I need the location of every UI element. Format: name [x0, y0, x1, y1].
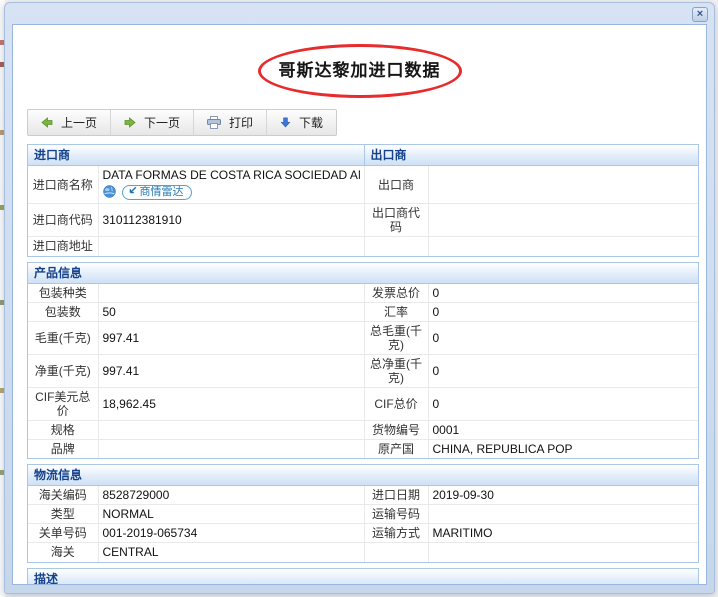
empty-label — [364, 542, 429, 562]
import-date-value: 2019-09-30 — [428, 485, 698, 505]
exchange-rate-value: 0 — [428, 302, 698, 322]
importer-address-value — [98, 236, 365, 256]
total-net-weight-value: 0 — [428, 354, 698, 388]
cif-total-label: CIF总价 — [364, 387, 429, 421]
print-label: 打印 — [229, 116, 254, 130]
importer-code-label: 进口商代码 — [28, 203, 99, 237]
invoice-total-value: 0 — [428, 283, 698, 303]
next-page-label: 下一页 — [144, 116, 181, 130]
customs-value: CENTRAL — [98, 542, 365, 562]
spec-label: 规格 — [28, 420, 99, 440]
importer-code-value: 310112381910 — [98, 203, 365, 237]
package-type-label: 包装种类 — [28, 283, 99, 303]
exporter-code-label: 出口商代码 — [364, 203, 429, 237]
importer-address-label: 进口商地址 — [28, 236, 99, 256]
exporter-name-label: 出口商 — [364, 165, 429, 204]
section-header-product-info: 产品信息 — [28, 262, 698, 284]
cif-total-value: 0 — [428, 387, 698, 421]
dialog-content: 哥斯达黎加进口数据 上一页 下一页 打印 下载 进口商 出口商 进口商名称 DA… — [12, 24, 707, 585]
blue-arrow-down-icon — [280, 117, 291, 128]
printer-icon — [207, 116, 222, 129]
close-button[interactable]: × — [692, 7, 708, 22]
exporter-name-value — [428, 165, 698, 204]
brand-value — [98, 439, 365, 458]
radar-badge-label: 商情雷达 — [139, 185, 184, 198]
section-product-info: 产品信息 包装种类 发票总价 0 包装数 50 汇率 0 毛重(千克) 997.… — [27, 261, 699, 459]
dialog-window: × 哥斯达黎加进口数据 上一页 下一页 打印 下载 进口商 出口商 进口商名称 … — [4, 2, 715, 594]
print-button[interactable]: 打印 — [194, 110, 268, 135]
prev-page-label: 上一页 — [61, 116, 98, 130]
radar-arrow-icon — [128, 186, 137, 199]
total-net-weight-label: 总净重(千克) — [364, 354, 429, 388]
cif-usd-total-value: 18,962.45 — [98, 387, 365, 421]
exchange-rate-label: 汇率 — [364, 302, 429, 322]
importer-name-text: DATA FORMAS DE COSTA RICA SOCIEDAD ANONI — [102, 168, 360, 182]
invoice-total-label: 发票总价 — [364, 283, 429, 303]
empty-value — [428, 542, 698, 562]
section-logistics-info: 物流信息 海关编码 8528729000 进口日期 2019-09-30 类型 … — [27, 464, 699, 563]
declaration-number-label: 关单号码 — [28, 523, 99, 543]
importer-name-label: 进口商名称 — [28, 165, 99, 204]
type-value: NORMAL — [98, 504, 365, 524]
package-type-value — [98, 283, 365, 303]
type-label: 类型 — [28, 504, 99, 524]
page-title: 哥斯达黎加进口数据 — [278, 61, 441, 80]
hs-code-value: 8528729000 — [98, 485, 365, 505]
importer-name-value: DATA FORMAS DE COSTA RICA SOCIEDAD ANONI — [98, 165, 365, 204]
next-page-button[interactable]: 下一页 — [111, 110, 195, 135]
section-importer-exporter: 进口商 出口商 进口商名称 DATA FORMAS DE COSTA RICA … — [27, 144, 699, 257]
section-header-logistics: 物流信息 — [28, 465, 698, 486]
total-gross-weight-label: 总毛重(千克) — [364, 321, 429, 355]
section-header-importer: 进口商 — [28, 145, 365, 166]
section-description: 描述 产品描述 TELEVISOR LED 55 4K SMART NUEVO … — [27, 567, 699, 584]
green-arrow-right-icon — [124, 117, 136, 128]
title-area: 哥斯达黎加进口数据 — [13, 44, 706, 98]
cif-usd-total-label: CIF美元总价 — [28, 387, 99, 421]
net-weight-label: 净重(千克) — [28, 354, 99, 388]
cargo-number-label: 货物编号 — [364, 420, 429, 440]
brand-label: 品牌 — [28, 439, 99, 458]
declaration-number-value: 001-2019-065734 — [98, 523, 365, 543]
exporter-code-value — [428, 203, 698, 237]
download-button[interactable]: 下载 — [267, 110, 336, 135]
empty-value — [428, 236, 698, 256]
total-gross-weight-value: 0 — [428, 321, 698, 355]
net-weight-value: 997.41 — [98, 354, 365, 388]
origin-country-value: CHINA, REPUBLICA POP — [428, 439, 698, 458]
transport-number-value — [428, 504, 698, 524]
globe-icon[interactable] — [102, 184, 116, 201]
import-date-label: 进口日期 — [364, 485, 429, 505]
origin-country-label: 原产国 — [364, 439, 429, 458]
download-label: 下载 — [299, 116, 324, 130]
transport-mode-value: MARITIMO — [428, 523, 698, 543]
package-count-value: 50 — [98, 302, 365, 322]
green-arrow-left-icon — [41, 117, 53, 128]
spec-value — [98, 420, 365, 440]
toolbar: 上一页 下一页 打印 下载 — [27, 109, 338, 136]
cargo-number-value: 0001 — [428, 420, 698, 440]
section-header-description: 描述 — [28, 568, 698, 584]
customs-label: 海关 — [28, 542, 99, 562]
dialog-titlebar: × — [5, 3, 714, 24]
transport-number-label: 运输号码 — [364, 504, 429, 524]
transport-mode-label: 运输方式 — [364, 523, 429, 543]
section-header-exporter: 出口商 — [363, 145, 698, 166]
gross-weight-label: 毛重(千克) — [28, 321, 99, 355]
prev-page-button[interactable]: 上一页 — [28, 110, 112, 135]
empty-label — [364, 236, 429, 256]
gross-weight-value: 997.41 — [98, 321, 365, 355]
hs-code-label: 海关编码 — [28, 485, 99, 505]
business-radar-badge[interactable]: 商情雷达 — [121, 185, 192, 200]
package-count-label: 包装数 — [28, 302, 99, 322]
